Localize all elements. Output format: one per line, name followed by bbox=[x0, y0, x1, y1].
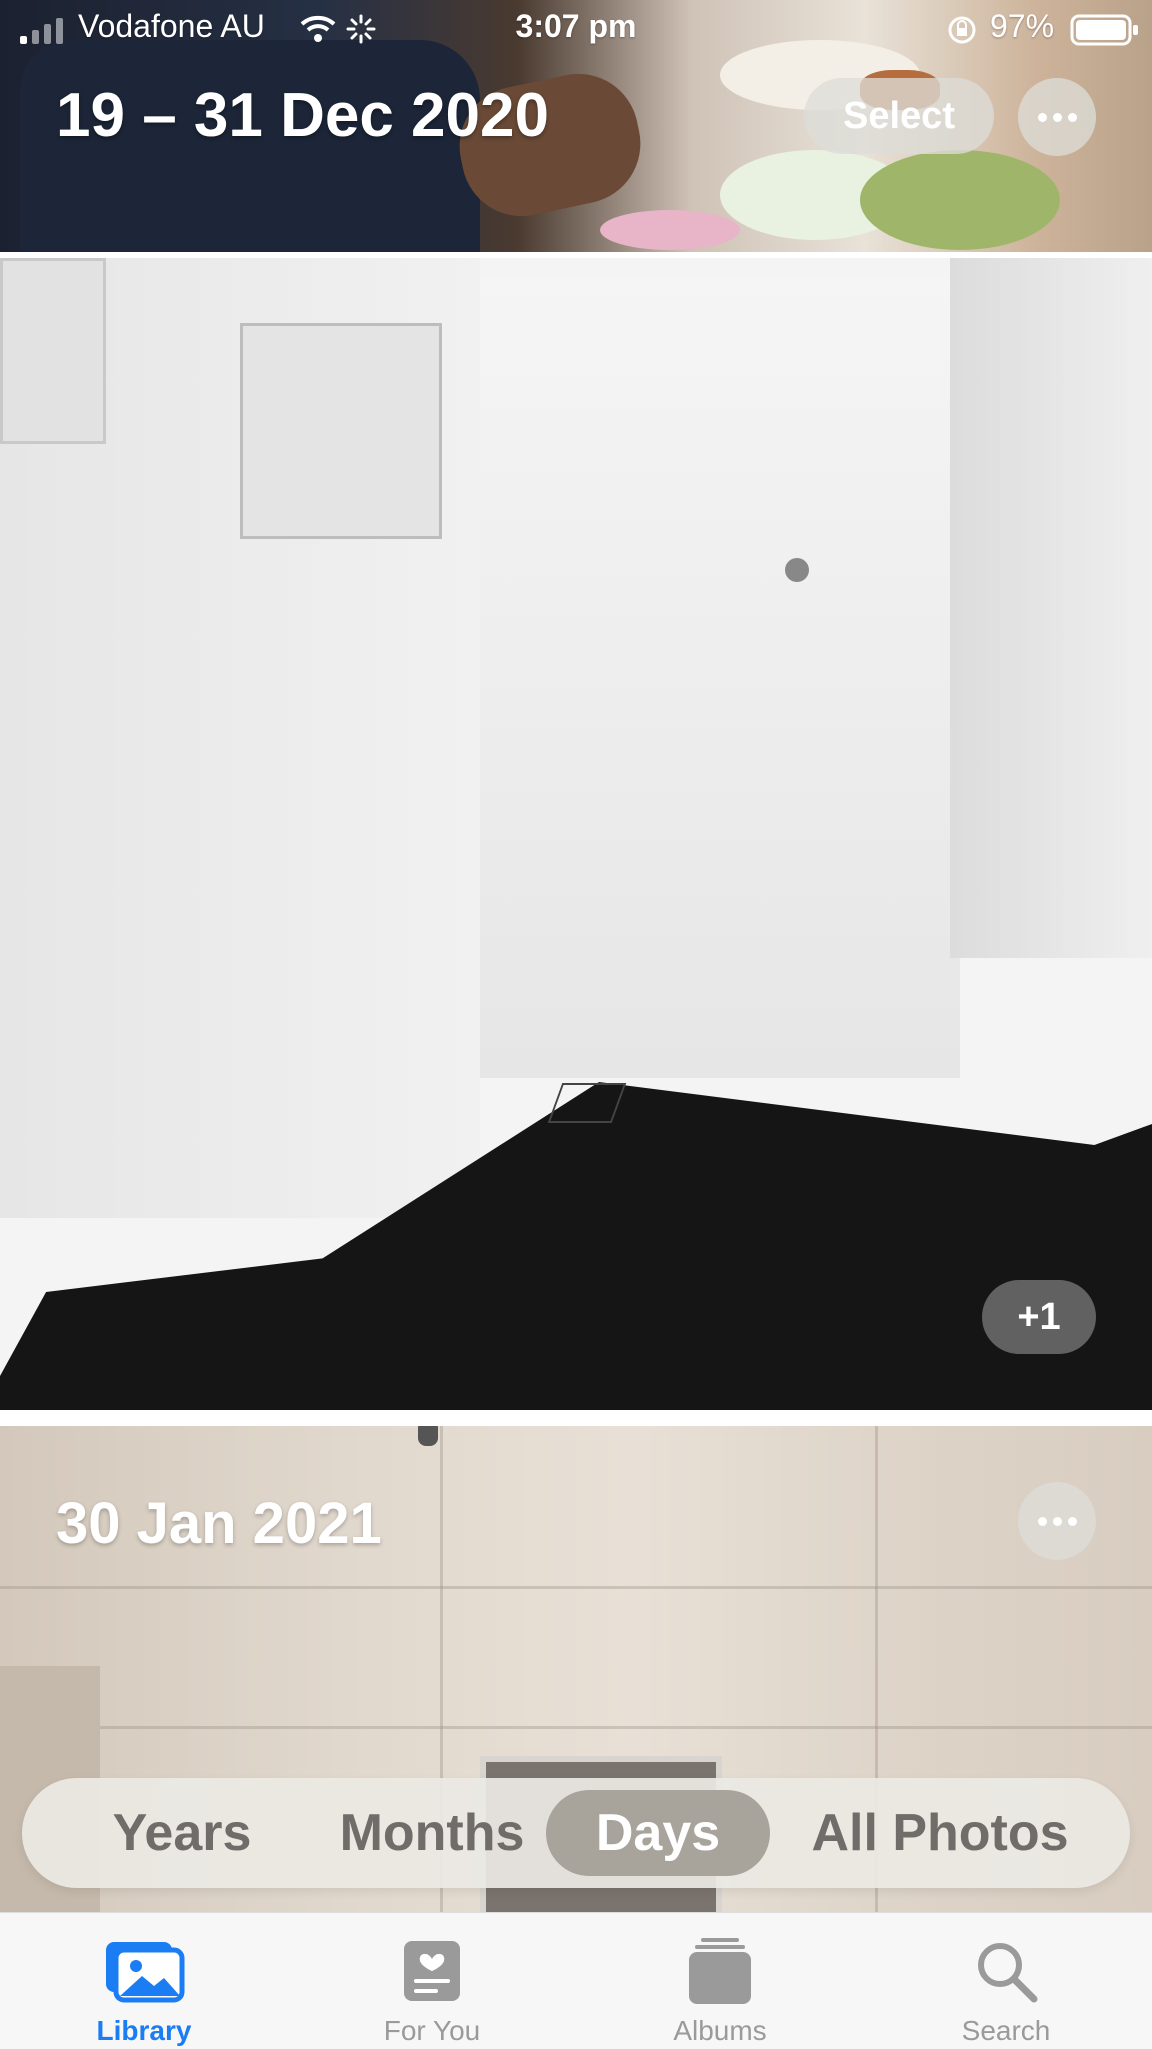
section-date-title: 30 Jan 2021 bbox=[56, 1491, 382, 1556]
section-date-title: 19 – 31 Dec 2020 bbox=[56, 81, 549, 150]
segment-all-photos[interactable]: All Photos bbox=[780, 1778, 1100, 1888]
tab-albums[interactable]: Albums bbox=[620, 1931, 820, 2047]
segment-years[interactable]: Years bbox=[62, 1778, 302, 1888]
photo-detail bbox=[0, 258, 106, 444]
tab-for-you[interactable]: For You bbox=[332, 1931, 532, 2047]
segment-months[interactable]: Months bbox=[292, 1778, 572, 1888]
photo-detail bbox=[785, 558, 809, 582]
photo-detail bbox=[418, 1426, 438, 1446]
battery-icon bbox=[1070, 14, 1138, 46]
ellipsis-icon bbox=[1037, 112, 1047, 122]
tab-label: Library bbox=[96, 2015, 192, 2046]
photo-detail bbox=[950, 258, 1152, 958]
view-segmented-control: Years Months Days All Photos bbox=[22, 1778, 1130, 1888]
more-options-button[interactable] bbox=[1018, 1482, 1096, 1560]
photo-detail bbox=[240, 323, 442, 539]
day-photo[interactable] bbox=[0, 258, 1152, 1410]
tab-library[interactable]: Library bbox=[44, 1931, 244, 2047]
select-button[interactable]: Select bbox=[804, 78, 994, 154]
albums-icon bbox=[689, 1938, 751, 2004]
photo-detail bbox=[0, 1726, 1152, 1729]
tab-label: Albums bbox=[673, 2015, 767, 2046]
search-icon bbox=[978, 1943, 1038, 2003]
photo-detail bbox=[460, 278, 960, 1078]
photo-library-icon bbox=[106, 1942, 185, 2003]
photo-detail bbox=[600, 210, 740, 250]
tab-search[interactable]: Search bbox=[906, 1931, 1106, 2047]
clock: 3:07 pm bbox=[515, 8, 637, 44]
photo-detail bbox=[0, 1586, 1152, 1589]
more-options-button[interactable] bbox=[1018, 78, 1096, 156]
tab-label: Search bbox=[961, 2015, 1051, 2046]
tab-label: For You bbox=[383, 2015, 481, 2046]
more-photos-badge[interactable]: +1 bbox=[982, 1280, 1096, 1354]
ellipsis-icon bbox=[1037, 1516, 1047, 1526]
rotation-lock-icon bbox=[948, 16, 976, 44]
battery-percentage: 97% bbox=[990, 8, 1055, 44]
photo-detail bbox=[860, 150, 1060, 250]
tab-bar: Library For You Albums Search bbox=[0, 1912, 1152, 2049]
segment-days[interactable]: Days bbox=[546, 1790, 770, 1876]
for-you-icon bbox=[404, 1941, 460, 2001]
